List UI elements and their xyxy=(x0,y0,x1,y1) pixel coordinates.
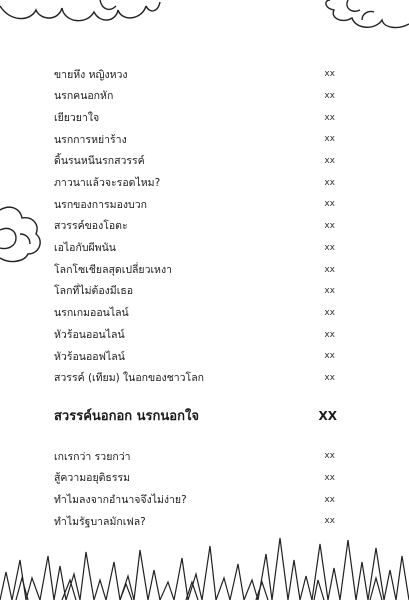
toc-entry: เกเรกว่า รวยกว่า xx xyxy=(54,446,337,468)
toc-title: เยียวยาใจ xyxy=(54,111,100,124)
toc-entry: หัวร้อนออนไลน์ xx xyxy=(54,324,337,346)
toc-entry: นรกของการมองบวก xx xyxy=(54,194,337,216)
toc-entry: โลกที่ไม่ต้องมีเธอ xx xyxy=(54,281,337,303)
toc-title: สู้ความอยุติธรรม xyxy=(54,472,131,485)
toc-entry: สู้ความอยุติธรรม xx xyxy=(54,468,337,490)
toc-title: ดิ้นรนหนีนรกสวรรค์ xyxy=(54,155,145,168)
toc-title: นรกของการมองบวก xyxy=(54,198,147,211)
toc-page-number: xx xyxy=(324,221,335,232)
toc-title: สวรรค์ (เทียม) ในอกของชาวโลก xyxy=(54,372,204,385)
toc-page-number: xx xyxy=(324,134,335,145)
toc-page-number: xx xyxy=(324,199,335,210)
toc-page-number: xx xyxy=(324,329,335,340)
toc-entry: หัวร้อนออฟไลน์ xx xyxy=(54,346,337,368)
toc-entry: สวรรค์ (เทียม) ในอกของชาวโลก xx xyxy=(54,368,337,390)
toc-page-number: xx xyxy=(324,69,335,80)
cloud-top-left-icon xyxy=(0,0,161,22)
section-page-number: XX xyxy=(318,408,337,423)
toc-page-number: xx xyxy=(324,351,335,362)
toc-page-number: xx xyxy=(324,264,335,275)
toc-page-number: xx xyxy=(324,91,335,102)
toc-title: นรกคนอกหัก xyxy=(54,90,114,103)
toc-title: ภาวนาแล้วจะรอดไหม? xyxy=(54,177,161,190)
toc-entry: สวรรค์ของโอตะ xx xyxy=(54,216,337,238)
toc-title: โลกโซเชียลสุดเปลี่ยวเหงา xyxy=(54,263,172,276)
toc-entry: ทำไมรัฐบาลมักเฟล? xx xyxy=(54,511,337,533)
toc-page-number: xx xyxy=(324,112,335,123)
toc-page-number: xx xyxy=(324,177,335,188)
toc-title: สวรรค์ของโอตะ xyxy=(54,220,128,233)
toc-page-number: xx xyxy=(324,494,335,505)
toc-page-number: xx xyxy=(324,242,335,253)
cloud-left-icon xyxy=(0,206,41,263)
toc-list-part2: เกเรกว่า รวยกว่า xx สู้ความอยุติธรรม xx ทำ… xyxy=(54,446,337,533)
toc-entry: นรกเกมออนไลน์ xx xyxy=(54,303,337,325)
toc-page-number: xx xyxy=(324,286,335,297)
toc-page-number: xx xyxy=(324,372,335,383)
toc-entry: ขายหึง หญิงหวง xx xyxy=(54,64,337,86)
toc-entry: เยียวยาใจ xx xyxy=(54,107,337,129)
toc-title: หัวร้อนออฟไลน์ xyxy=(54,350,125,363)
toc-entry: นรกการหย่าร้าง xx xyxy=(54,129,337,151)
cloud-top-right-icon xyxy=(325,0,409,29)
toc-page-number: xx xyxy=(324,307,335,318)
toc-page-number: xx xyxy=(324,473,335,484)
toc-title: ขายหึง หญิงหวง xyxy=(54,68,128,81)
toc-entry: โลกโซเชียลสุดเปลี่ยวเหงา xx xyxy=(54,259,337,281)
toc-entry: ภาวนาแล้วจะรอดไหม? xx xyxy=(54,172,337,194)
toc-title: นรกเกมออนไลน์ xyxy=(54,307,129,320)
toc-title: หัวร้อนออนไลน์ xyxy=(54,328,125,341)
toc-entry: ทำไมลงจากอำนาจจึงไม่ง่าย? xx xyxy=(54,489,337,511)
toc-title: เกเรกว่า รวยกว่า xyxy=(54,450,131,463)
toc-page-number: xx xyxy=(324,516,335,527)
toc-list-part1: ขายหึง หญิงหวง xx นรกคนอกหัก xx เยียวยาใจ x… xyxy=(54,64,337,389)
toc-title: โลกที่ไม่ต้องมีเธอ xyxy=(54,285,134,298)
toc-page-number: xx xyxy=(324,451,335,462)
toc-entry: ดิ้นรนหนีนรกสวรรค์ xx xyxy=(54,151,337,173)
section-title: สวรรค์นอกอก นรกนอกใจ xyxy=(54,409,199,424)
toc-title: เอไอกับผีพนัน xyxy=(54,242,116,255)
toc-entry: เอไอกับผีพนัน xx xyxy=(54,238,337,260)
toc-entry: นรกคนอกหัก xx xyxy=(54,86,337,108)
toc-title: ทำไมลงจากอำนาจจึงไม่ง่าย? xyxy=(54,493,187,506)
toc-page-number: xx xyxy=(324,156,335,167)
toc-title: ทำไมรัฐบาลมักเฟล? xyxy=(54,515,146,528)
toc-title: นรกการหย่าร้าง xyxy=(54,133,127,146)
section-heading: สวรรค์นอกอก นรกนอกใจ XX xyxy=(54,405,337,426)
